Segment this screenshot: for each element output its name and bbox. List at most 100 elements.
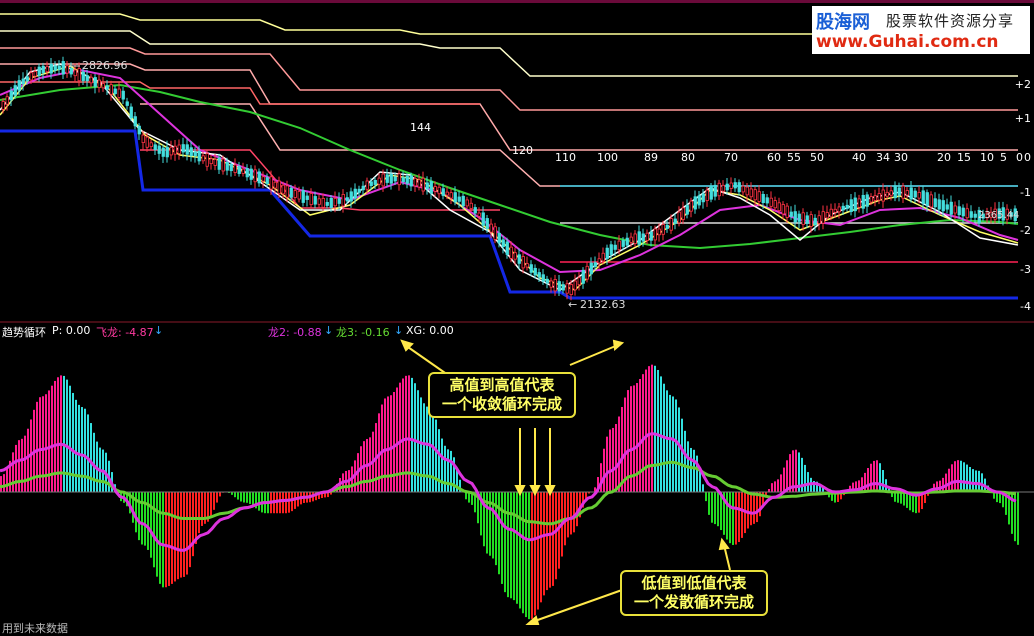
- candle-body: [138, 126, 141, 134]
- histogram-bar: [717, 492, 719, 526]
- histogram-bar: [675, 399, 677, 492]
- candle-body: [474, 208, 477, 214]
- histogram-bar: [429, 408, 431, 492]
- candle-body: [358, 189, 361, 192]
- histogram-bar: [72, 393, 74, 492]
- histogram-bar: [150, 492, 152, 558]
- indicator-p: P: 0.00: [52, 324, 90, 337]
- candle-body: [822, 212, 825, 224]
- candle-body: [170, 147, 173, 155]
- callout-top-line1: 高值到高值代表: [436, 376, 568, 395]
- candle-body: [94, 77, 97, 86]
- cycle-label: 144: [410, 121, 431, 134]
- histogram-bar: [153, 492, 155, 567]
- histogram-bar: [672, 396, 674, 492]
- candle-body: [790, 212, 793, 216]
- candle-body: [318, 199, 321, 204]
- histogram-bar: [234, 492, 236, 497]
- histogram-bar: [510, 492, 512, 598]
- candle-body: [382, 174, 385, 186]
- histogram-bar: [279, 492, 281, 513]
- histogram-bar: [954, 461, 956, 492]
- histogram-bar: [678, 407, 680, 492]
- candle-body: [294, 191, 297, 198]
- histogram-bar: [24, 436, 26, 492]
- candle-body: [694, 197, 697, 209]
- candle-body: [762, 194, 765, 202]
- candle-body: [554, 279, 557, 290]
- histogram-bar: [753, 492, 755, 524]
- level-label: -3: [1020, 263, 1031, 276]
- candle-body: [218, 158, 221, 169]
- candle-body: [114, 89, 117, 94]
- histogram-bar: [783, 468, 785, 492]
- callout-bottom-line1: 低值到低值代表: [628, 574, 760, 593]
- candle-body: [602, 253, 605, 261]
- candle-body: [830, 209, 833, 217]
- candle-body: [482, 213, 485, 225]
- histogram-bar: [606, 437, 608, 492]
- candle-body: [198, 151, 201, 161]
- histogram-bar: [291, 492, 293, 511]
- candle-body: [282, 185, 285, 194]
- histogram-bar: [159, 492, 161, 584]
- histogram-bar: [282, 492, 284, 513]
- cycle-label: 100: [597, 151, 618, 164]
- candle-body: [506, 242, 509, 254]
- histogram-bar: [612, 428, 614, 492]
- histogram-bar: [972, 469, 974, 492]
- candle-body: [710, 186, 713, 199]
- candle-body: [890, 191, 893, 195]
- histogram-bar: [240, 492, 242, 501]
- histogram-bar: [525, 492, 527, 617]
- candle-body: [834, 209, 837, 212]
- indicator-feilong: 飞龙: -4.87: [96, 324, 154, 340]
- candle-body: [574, 281, 577, 290]
- candle-body: [378, 178, 381, 184]
- candle-body: [494, 227, 497, 240]
- candle-body: [14, 86, 17, 96]
- histogram-bar: [138, 492, 140, 540]
- candle-body: [50, 64, 53, 73]
- histogram-bar: [441, 439, 443, 492]
- candle-body: [562, 285, 565, 290]
- candle-body: [402, 178, 405, 182]
- candle-body: [922, 191, 925, 204]
- candle-body: [514, 253, 517, 259]
- histogram-bar: [693, 450, 695, 492]
- histogram-bar: [879, 463, 881, 492]
- histogram-bar: [36, 402, 38, 492]
- histogram-bar: [252, 492, 254, 506]
- candle-body: [438, 187, 441, 193]
- candle-body: [854, 198, 857, 211]
- candle-body: [802, 213, 805, 225]
- candle-body: [958, 207, 961, 215]
- histogram-bar: [84, 409, 86, 492]
- histogram-bar: [609, 430, 611, 492]
- candle-body: [306, 196, 309, 200]
- long3-arrow: ↓: [394, 324, 403, 337]
- candle-body: [54, 66, 57, 70]
- histogram-bar: [513, 492, 515, 600]
- candle-body: [34, 71, 37, 76]
- histogram-bar: [237, 492, 239, 500]
- cycle-label: 80: [681, 151, 695, 164]
- cycle-label: 55: [787, 151, 801, 164]
- indicator-long3: 龙3: -0.16: [336, 324, 390, 340]
- candle-body: [882, 190, 885, 201]
- histogram-bar: [771, 483, 773, 492]
- histogram-bar: [516, 492, 518, 604]
- low-price-arrow: ←: [568, 298, 577, 311]
- histogram-bar: [258, 492, 260, 511]
- histogram-bar: [897, 492, 899, 503]
- candle-body: [74, 70, 77, 76]
- candle-body: [742, 186, 745, 192]
- histogram-bar: [75, 400, 77, 492]
- histogram-bar: [414, 383, 416, 492]
- histogram-bar: [192, 492, 194, 556]
- candle-body: [658, 229, 661, 235]
- level-label: +2: [1015, 78, 1031, 91]
- candle-body: [686, 206, 689, 215]
- candle-body: [594, 263, 597, 267]
- candle-body: [110, 85, 113, 95]
